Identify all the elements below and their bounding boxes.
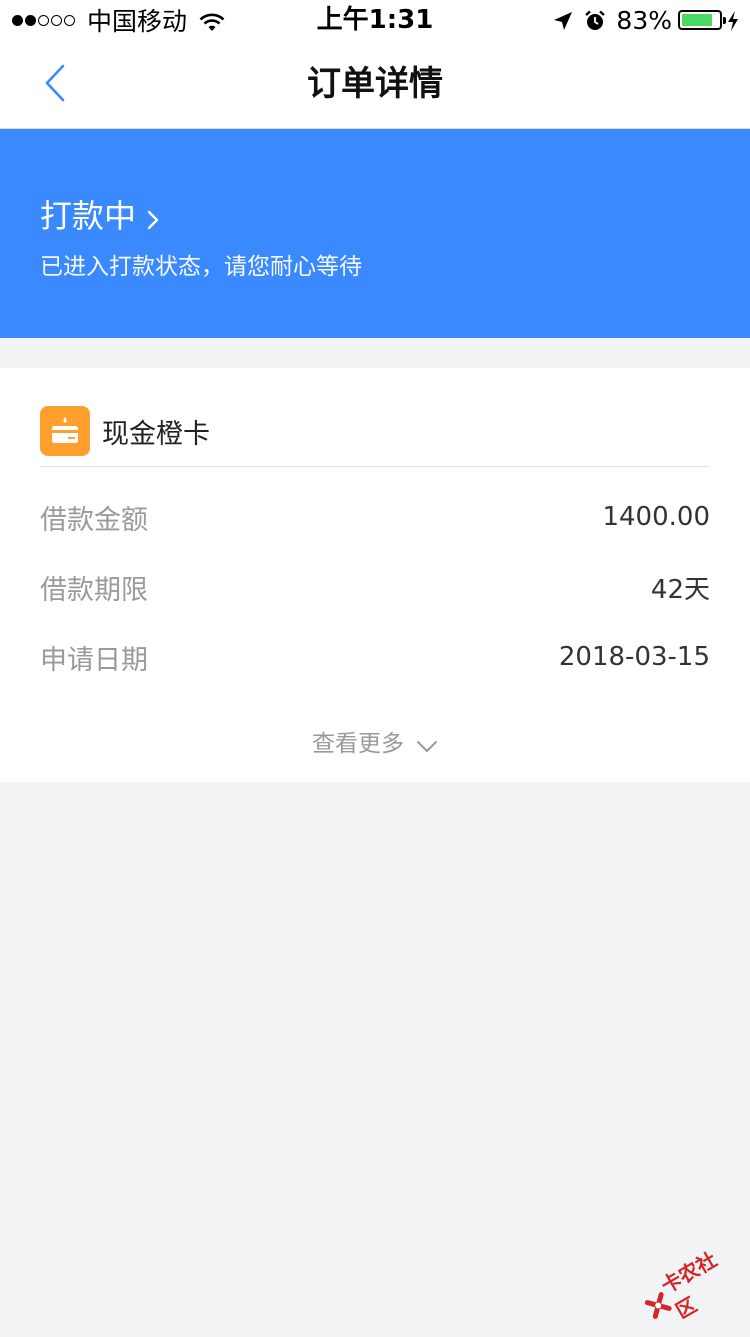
info-row-loan-term: 借款期限 42天 <box>40 552 710 622</box>
product-header: 现金橙卡 <box>40 396 710 467</box>
charging-bolt-icon <box>726 9 740 31</box>
order-status-link[interactable]: 打款中 <box>40 191 162 237</box>
alarm-clock-icon <box>584 9 606 31</box>
apply-date-label: 申请日期 <box>40 644 148 676</box>
battery-fill <box>682 14 712 26</box>
loan-term-value: 42天 <box>650 574 710 605</box>
apply-date-value: 2018-03-15 <box>558 642 710 672</box>
loan-amount-label: 借款金额 <box>40 504 148 536</box>
info-row-loan-amount: 借款金额 1400.00 <box>40 482 710 552</box>
order-status-label: 打款中 <box>40 197 137 235</box>
chevron-right-icon <box>144 202 162 230</box>
battery-percent: 83% <box>616 5 672 35</box>
location-arrow-icon <box>552 9 574 31</box>
page-title: 订单详情 <box>307 64 443 104</box>
loan-term-label: 借款期限 <box>40 574 148 606</box>
order-info-list: 借款金额 1400.00 借款期限 42天 申请日期 2018-03-15 <box>40 482 710 692</box>
chevron-left-icon <box>45 64 65 102</box>
product-name: 现金橙卡 <box>102 418 210 450</box>
loan-amount-value: 1400.00 <box>602 502 710 532</box>
order-detail-card: 现金橙卡 借款金额 1400.00 借款期限 42天 申请日期 2018-03-… <box>0 368 750 782</box>
back-button[interactable] <box>30 58 80 108</box>
view-more-button[interactable]: 查看更多 <box>0 724 750 758</box>
chevron-down-icon <box>416 734 438 752</box>
battery-icon <box>678 10 726 30</box>
watermark: 卡农社区 <box>634 1235 750 1337</box>
card-logo-icon <box>40 406 90 456</box>
info-row-apply-date: 申请日期 2018-03-15 <box>40 622 710 692</box>
view-more-label: 查看更多 <box>312 731 404 757</box>
order-status-description: 已进入打款状态，请您耐心等待 <box>40 254 362 280</box>
order-status-banner: 打款中 已进入打款状态，请您耐心等待 <box>0 129 750 338</box>
navigation-bar: 订单详情 <box>0 40 750 129</box>
status-bar: 中国移动 上午1:31 83% <box>0 0 750 40</box>
status-right: 83% <box>552 4 740 36</box>
